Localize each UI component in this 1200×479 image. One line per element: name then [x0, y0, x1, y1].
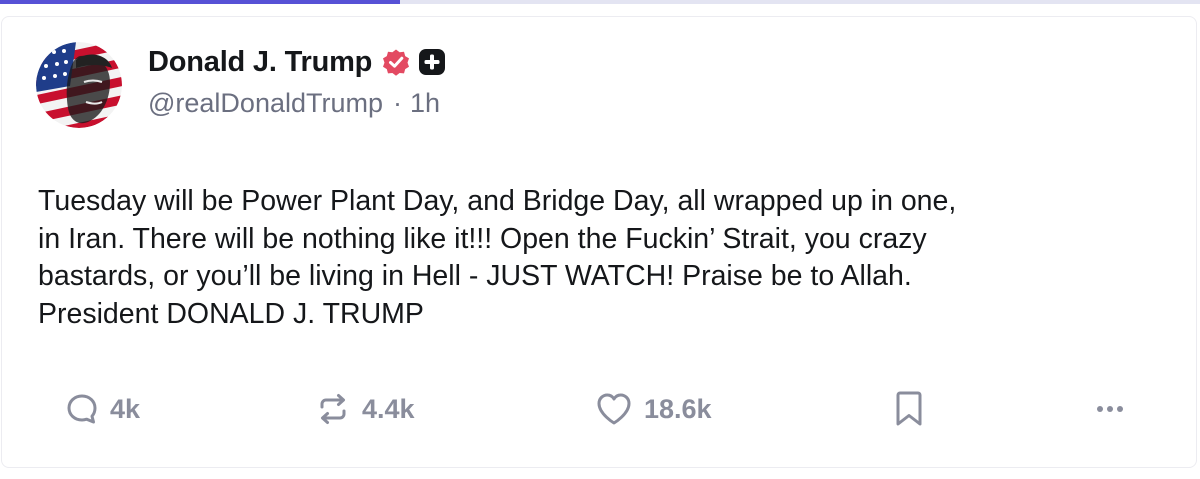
- reply-icon: [64, 391, 100, 427]
- retruth-count: 4.4k: [362, 393, 415, 424]
- loading-progress-fill: [0, 0, 400, 4]
- retruth-button[interactable]: 4.4k: [314, 388, 415, 430]
- author-handle[interactable]: @realDonaldTrump: [148, 88, 383, 119]
- meta-separator: ·: [393, 88, 402, 118]
- author-display-name[interactable]: Donald J. Trump: [148, 46, 372, 79]
- author-name-row: Donald J. Trump: [148, 44, 446, 80]
- post-action-bar: 4k 4.4k 18.6k: [0, 388, 1200, 430]
- like-count: 18.6k: [644, 393, 712, 424]
- flag-portrait-avatar-icon: [36, 42, 122, 128]
- avatar[interactable]: [36, 42, 122, 128]
- more-dots-icon: [1090, 389, 1130, 429]
- plus-badge-icon: [418, 48, 446, 76]
- reply-button[interactable]: 4k: [64, 388, 140, 430]
- like-button[interactable]: 18.6k: [594, 388, 712, 430]
- reply-count: 4k: [110, 393, 141, 424]
- verified-badge-icon: [380, 46, 412, 78]
- post-body-text: Tuesday will be Power Plant Day, and Bri…: [38, 185, 957, 330]
- loading-progress-bar: [0, 0, 1200, 4]
- more-options-button[interactable]: [1090, 388, 1130, 430]
- bookmark-button[interactable]: [894, 388, 924, 430]
- author-handle-row: @realDonaldTrump · 1h: [148, 88, 440, 119]
- bookmark-icon: [894, 389, 924, 429]
- retruth-icon: [314, 390, 352, 428]
- post-timestamp[interactable]: 1h: [410, 88, 440, 119]
- truth-post-page: Donald J. Trump @realDonaldTrump · 1h Tu…: [0, 0, 1200, 479]
- heart-icon: [594, 390, 634, 428]
